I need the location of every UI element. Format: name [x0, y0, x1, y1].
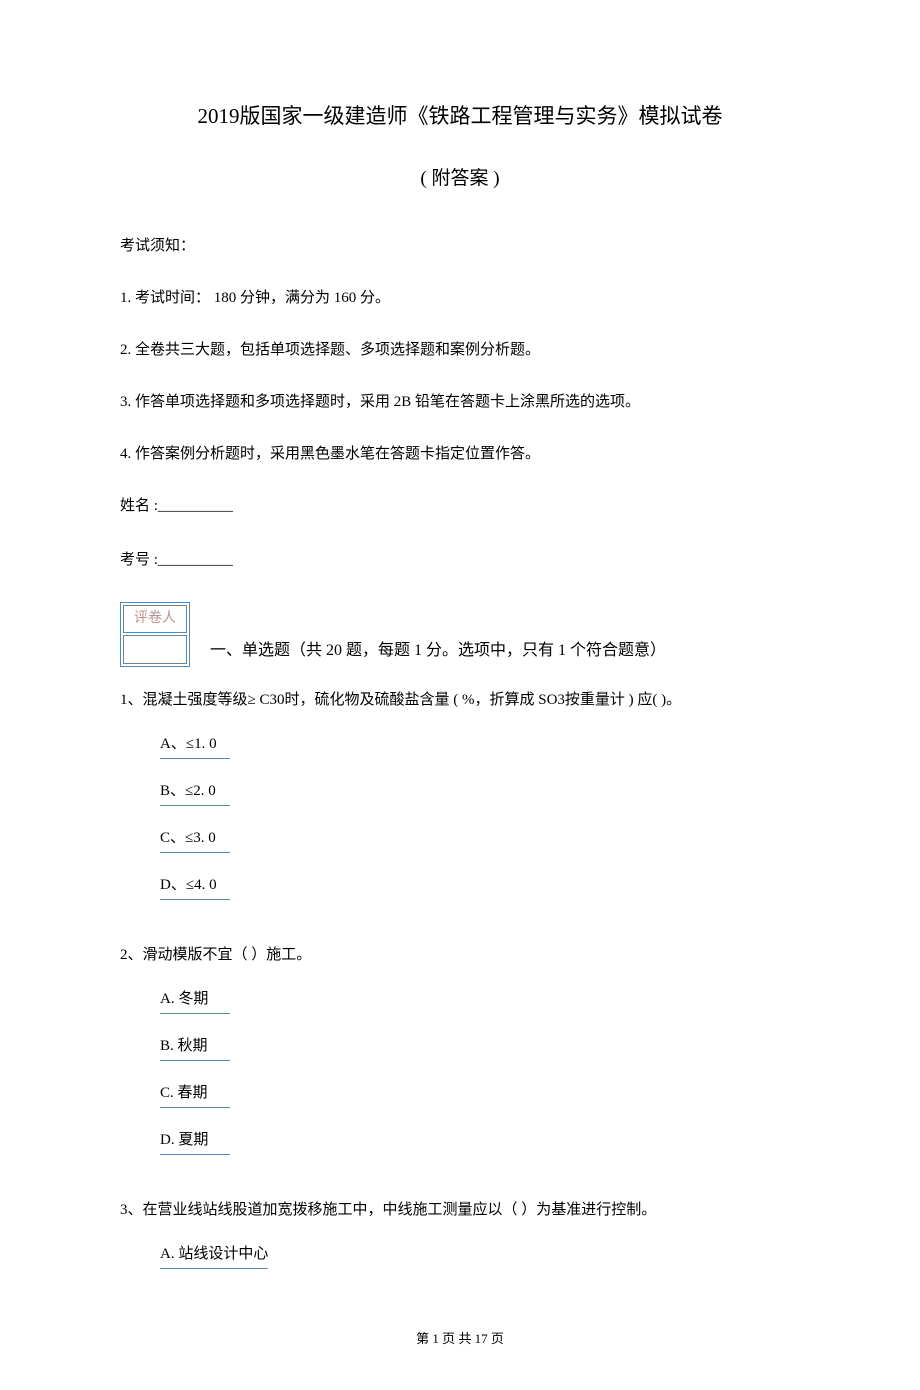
option-d: D. 夏期	[160, 1128, 230, 1155]
option-a: A、≤1. 0	[160, 732, 230, 759]
grader-box: 评卷人	[120, 602, 190, 667]
option-c: C、≤3. 0	[160, 826, 230, 853]
grader-blank	[123, 635, 187, 663]
section-header-row: 评卷人 一、单选题（共 20 题，每题 1 分。选项中，只有 1 个符合题意）	[120, 602, 800, 667]
question-block: 2、滑动模版不宜（ ）施工。 A. 冬期 B. 秋期 C. 春期 D. 夏期	[120, 942, 800, 1175]
instruction-item: 4. 作答案例分析题时，采用黑色墨水笔在答题卡指定位置作答。	[120, 442, 800, 466]
instructions-heading: 考试须知：	[120, 234, 800, 258]
name-field: 姓名 :__________	[120, 494, 800, 518]
question-body: 混凝土强度等级≥ C30时，硫化物及硫酸盐含量 ( %，折算成 SO3按重量计 …	[143, 692, 682, 708]
document-subtitle: ( 附答案 )	[120, 164, 800, 194]
question-body: 在营业线站线股道加宽拨移施工中，中线施工测量应以（ ）为基准进行控制。	[143, 1202, 657, 1218]
question-body: 滑动模版不宜（ ）施工。	[143, 947, 312, 963]
grader-label: 评卷人	[123, 605, 187, 633]
page-footer: 第 1 页 共 17 页	[120, 1329, 800, 1350]
question-number: 3、	[120, 1202, 143, 1218]
instruction-item: 3. 作答单项选择题和多项选择题时，采用 2B 铅笔在答题卡上涂黑所选的选项。	[120, 390, 800, 414]
exam-number-field: 考号 :__________	[120, 548, 800, 572]
question-block: 1、混凝土强度等级≥ C30时，硫化物及硫酸盐含量 ( %，折算成 SO3按重量…	[120, 687, 800, 920]
question-number: 2、	[120, 947, 143, 963]
question-number: 1、	[120, 692, 143, 708]
option-c: C. 春期	[160, 1081, 230, 1108]
instruction-item: 2. 全卷共三大题，包括单项选择题、多项选择题和案例分析题。	[120, 338, 800, 362]
option-a: A. 冬期	[160, 987, 230, 1014]
question-text: 1、混凝土强度等级≥ C30时，硫化物及硫酸盐含量 ( %，折算成 SO3按重量…	[120, 687, 800, 714]
option-a: A. 站线设计中心	[160, 1242, 268, 1269]
instruction-item: 1. 考试时间： 180 分钟，满分为 160 分。	[120, 286, 800, 310]
instructions-block: 考试须知： 1. 考试时间： 180 分钟，满分为 160 分。 2. 全卷共三…	[120, 234, 800, 466]
document-title: 2019版国家一级建造师《铁路工程管理与实务》模拟试卷	[120, 100, 800, 134]
option-b: B. 秋期	[160, 1034, 230, 1061]
option-d: D、≤4. 0	[160, 873, 230, 900]
option-b: B、≤2. 0	[160, 779, 230, 806]
question-block: 3、在营业线站线股道加宽拨移施工中，中线施工测量应以（ ）为基准进行控制。 A.…	[120, 1197, 800, 1289]
question-text: 2、滑动模版不宜（ ）施工。	[120, 942, 800, 969]
question-text: 3、在营业线站线股道加宽拨移施工中，中线施工测量应以（ ）为基准进行控制。	[120, 1197, 800, 1224]
section-heading: 一、单选题（共 20 题，每题 1 分。选项中，只有 1 个符合题意）	[210, 638, 666, 667]
